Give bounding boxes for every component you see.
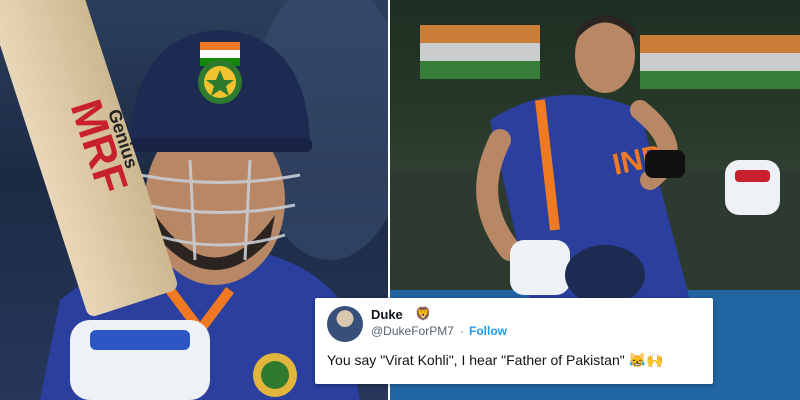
meme-image: MRF Genius INDI Duke 🦁 @DukeForPM7 · Fol… xyxy=(0,0,800,400)
tweet-display-name[interactable]: Duke xyxy=(371,307,403,322)
tweet-text: You say "Virat Kohli", I hear "Father of… xyxy=(327,352,664,368)
follow-button[interactable]: Follow xyxy=(469,324,507,338)
separator-dot: · xyxy=(460,324,464,338)
tweet-card[interactable]: Duke 🦁 @DukeForPM7 · Follow You say "Vir… xyxy=(315,298,713,384)
lion-emoji-icon: 🦁 xyxy=(415,306,432,321)
avatar[interactable] xyxy=(327,306,363,342)
tweet-handle[interactable]: @DukeForPM7 xyxy=(371,324,454,338)
